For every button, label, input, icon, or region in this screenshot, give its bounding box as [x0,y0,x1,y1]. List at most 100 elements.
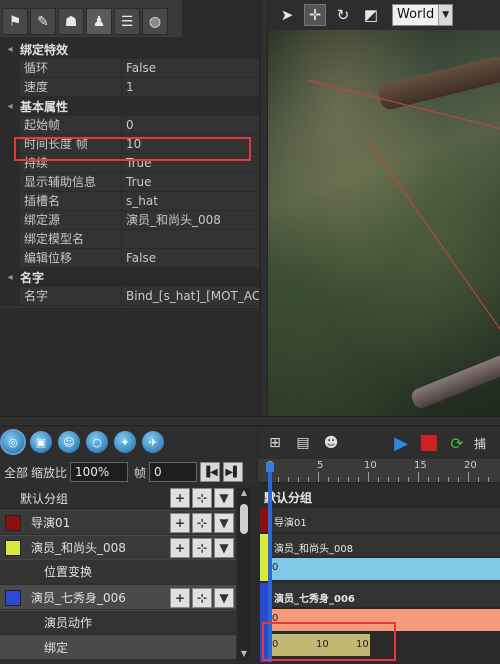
track-list-icon[interactable]: ▤ [292,432,314,454]
prop-row-start-frame[interactable]: 起始帧 0 [0,116,259,135]
add-child-icon[interactable]: ⊹ [192,488,212,508]
track-row-actor-head[interactable]: 演员_和尚头_008 + ⊹ ▼ [0,535,236,559]
prop-row-name[interactable]: 名字 Bind_[s_hat]_[MOT_ACT [0,287,259,306]
prop-label: 绑定模型名 [20,230,122,248]
prop-row-slot[interactable]: 插槽名 s_hat [0,192,259,211]
prop-value[interactable] [122,230,259,248]
horizontal-splitter[interactable] [0,416,500,426]
collapse-icon[interactable]: ◂ [0,44,20,55]
add-child-icon[interactable]: ⊹ [192,513,212,533]
add-icon[interactable]: + [170,513,190,533]
all-label[interactable]: 全部 [4,464,28,481]
effect-track-icon[interactable]: ✦ [114,431,136,453]
prop-value[interactable]: 1 [122,78,259,96]
scroll-up-icon[interactable]: ▲ [239,488,249,500]
subtrack-actor-motion[interactable]: 演员动作 [0,610,236,634]
actor-icon[interactable]: ♟ [86,8,112,35]
prop-row-loop[interactable]: 循环 False [0,59,259,78]
circle-track-icon[interactable]: ○ [86,431,108,453]
loop-icon[interactable]: ⟳ [446,432,468,454]
space-select[interactable]: World ▼ [392,4,454,26]
add-child-icon[interactable]: ⊹ [192,538,212,558]
flag-icon[interactable]: ⚑ [2,8,28,35]
all-tracks-icon[interactable]: ◎ [2,431,24,453]
timeline-clip-binding[interactable]: 0 10 10 [270,634,370,656]
scroll-down-icon[interactable]: ▼ [239,649,249,661]
section-name[interactable]: ◂ 名字 [0,268,259,287]
move-tool-icon[interactable]: ✛ [304,4,326,26]
chevron-down-icon[interactable]: ▼ [214,588,234,608]
timeline-clip-position[interactable]: 0 [270,558,500,580]
prop-value[interactable]: s_hat [122,192,259,210]
ruler-label: 20 [464,460,477,471]
section-binding-effect[interactable]: ◂ 绑定特效 [0,40,259,59]
prop-value[interactable]: True [122,154,259,172]
director-icon[interactable]: ☗ [58,8,84,35]
prop-value[interactable]: 演员_和尚头_008 [122,211,259,229]
capture-button[interactable]: 捕 [474,435,486,452]
subtrack-position-transform[interactable]: 位置变换 [0,559,236,583]
prop-row-persist[interactable]: 持续 True [0,154,259,173]
timeline-tracks[interactable]: 默认分组 导演01 演员_和尚头_008 0 演员_七秀身_006 0 0 10… [258,484,500,664]
track-row-actor-body[interactable]: 演员_七秀身_006 + ⊹ ▼ [0,585,236,609]
pin-icon[interactable]: ✈ [142,431,164,453]
track-type-toolbar: ◎ ▣ ☺ ○ ✦ ✈ [0,427,256,457]
prop-row-model[interactable]: 绑定模型名 [0,230,259,249]
stop-icon[interactable] [421,435,437,451]
select-cursor-icon[interactable]: ➤ [276,4,298,26]
scale-tool-icon[interactable]: ◩ [360,4,382,26]
frame-input[interactable]: 0 [149,462,198,482]
add-icon[interactable]: + [170,488,190,508]
property-panel: ◂ 绑定特效 循环 False 速度 1 ◂ 基本属性 起始帧 0 时间长度 帧… [0,40,259,308]
prop-row-helper[interactable]: 显示辅助信息 True [0,173,259,192]
zoom-input[interactable]: 100% [70,462,129,482]
prop-value[interactable]: False [122,59,259,77]
subtrack-binding[interactable]: 绑定 [0,635,236,659]
track-color-swatch [5,514,21,531]
playhead[interactable] [268,462,272,662]
prop-value[interactable]: 0 [122,116,259,134]
prop-row-source[interactable]: 绑定源 演员_和尚头_008 [0,211,259,230]
vertical-splitter[interactable] [260,0,268,416]
camera-icon[interactable]: ▣ [30,431,52,453]
add-icon[interactable]: + [170,538,190,558]
prop-label: 速度 [20,78,122,96]
zoom-bar: 全部 缩放比 100% 帧 0 ▐◀ ▶▌ [0,459,256,485]
prop-value[interactable]: False [122,249,259,267]
prev-frame-icon[interactable]: ▐◀ [200,462,221,482]
collapse-icon[interactable]: ◂ [0,101,20,112]
playhead-handle[interactable] [266,462,274,472]
prop-row-duration[interactable]: 时间长度 帧 10 [0,135,259,154]
prop-value[interactable]: Bind_[s_hat]_[MOT_ACT [122,287,259,305]
next-frame-icon[interactable]: ▶▌ [223,462,244,482]
add-child-icon[interactable]: ⊹ [192,588,212,608]
prop-value[interactable]: True [122,173,259,191]
frame-label: 帧 [134,465,147,480]
chevron-down-icon[interactable]: ▼ [214,513,234,533]
rotate-tool-icon[interactable]: ↻ [332,4,354,26]
play-icon[interactable]: ▶ [390,432,412,454]
add-icon[interactable]: + [170,588,190,608]
zoom-label: 缩放比 [31,465,68,480]
collapse-icon[interactable]: ◂ [0,272,20,283]
chevron-down-icon[interactable]: ▼ [438,5,453,25]
list-icon[interactable]: ☰ [114,8,140,35]
pen-icon[interactable]: ✎ [30,8,56,35]
section-basic-properties[interactable]: ◂ 基本属性 [0,97,259,116]
prop-label: 编辑位移 [20,249,122,267]
3d-viewport[interactable] [268,30,500,416]
chevron-down-icon[interactable]: ▼ [214,538,234,558]
timeline-grid-icon[interactable]: ⊞ [264,432,286,454]
chevron-down-icon[interactable]: ▼ [214,488,234,508]
prop-value[interactable]: 10 [122,135,259,153]
scroll-thumb[interactable] [240,504,248,534]
globe-icon[interactable]: ◍ [142,8,168,35]
timeline-ruler[interactable]: 0 5 10 15 20 [258,459,500,483]
prop-row-offset[interactable]: 编辑位移 False [0,249,259,268]
actors-icon[interactable]: ☻ [320,432,342,454]
track-row-director[interactable]: 导演01 + ⊹ ▼ [0,510,236,534]
group-header[interactable]: 默认分组 + ⊹ ▼ [0,486,236,510]
timeline-clip-motion[interactable]: 0 [270,609,500,631]
prop-row-speed[interactable]: 速度 1 [0,78,259,97]
actor-track-icon[interactable]: ☺ [58,431,80,453]
